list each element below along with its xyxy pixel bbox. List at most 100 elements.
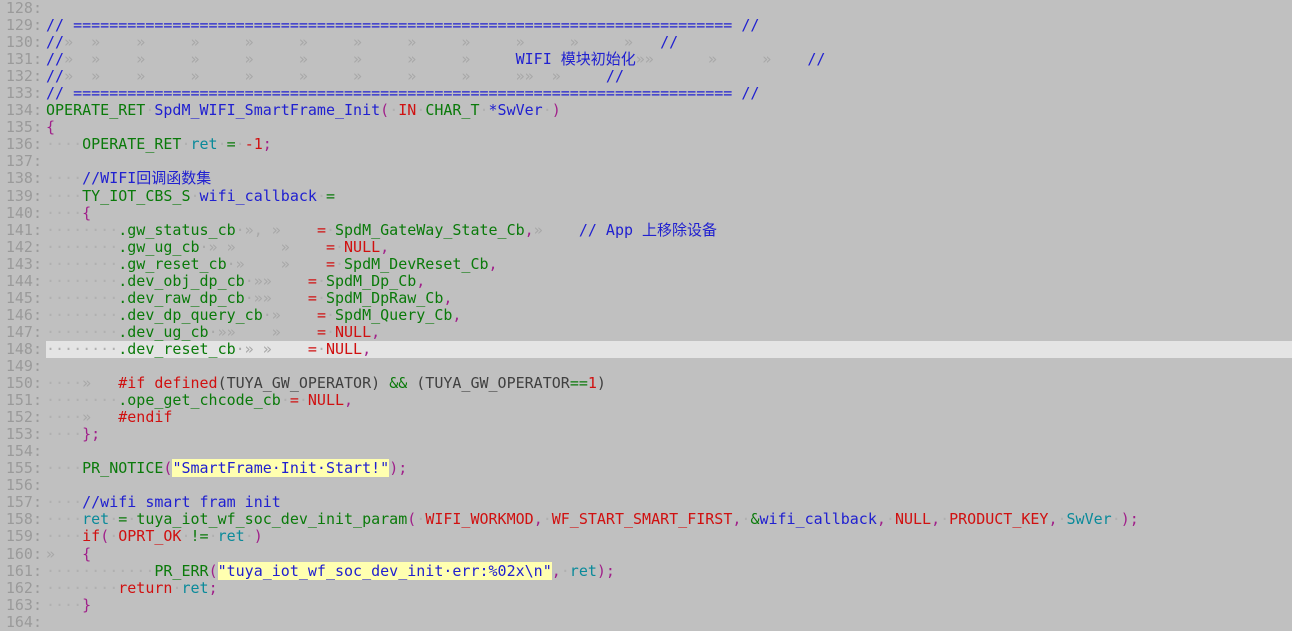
token-pun: , [488, 254, 498, 273]
code-line[interactable]: 131://» » » » » » » » » WIFI 模块初始化»» » »… [0, 51, 1292, 68]
code-line[interactable]: 143: ········.gw_reset_cb·» » =·SpdM_DevR… [0, 255, 1292, 273]
code-line[interactable]: 153: ····}; [0, 426, 1292, 443]
token-ws: · [389, 101, 399, 120]
token-kw: OPRT_OK [118, 527, 182, 546]
token-tab: » » » » » » » » » »» » [64, 67, 597, 86]
code-text: ········.dev_reset_cb·» » =·NULL, [46, 340, 371, 358]
code-line[interactable]: 144: ········.dev_obj_dp_cb·»» =·SpdM_Dp_… [0, 271, 1292, 290]
line-number: 134: [5, 101, 42, 120]
token-loc: SwVer [1066, 510, 1112, 529]
code-line[interactable]: 139: ····TY_IOT_CBS_S·wifi_callback·= [0, 186, 1292, 205]
token-pun: , [533, 510, 543, 529]
line-number: 141: [5, 220, 42, 239]
line-number: 154: [5, 442, 42, 461]
token-ws: · [127, 510, 137, 529]
code-line[interactable]: 161: ············PR_ERR("tuya_iot_wf_soc_… [0, 561, 1292, 580]
token-loc: ret [82, 510, 110, 529]
token-cmt: // [46, 50, 65, 69]
token-tab: ·» » » [199, 237, 326, 256]
code-line[interactable]: 150: ····» #if defined(TUYA_GW_OPERATOR) … [0, 374, 1292, 393]
token-ws: · [885, 510, 895, 529]
token-ws: · [416, 101, 426, 120]
code-line[interactable]: 159: ····if(·OPRT_OK·!=·ret·) [0, 528, 1292, 545]
token-kw: return [118, 578, 173, 597]
code-line[interactable]: 147: ········.dev_ug_cb·»» » =·NULL, [0, 322, 1292, 341]
token-pun: ; [208, 578, 218, 597]
token-ws: · [335, 254, 345, 273]
token-eq: = [316, 322, 326, 341]
token-tab: » [46, 544, 83, 563]
code-line[interactable]: 163: ····} [0, 596, 1292, 614]
code-text: ····if(·OPRT_OK·!=·ret·) [46, 527, 263, 545]
token-cmt: // [741, 84, 760, 103]
code-text: ········.dev_obj_dp_cb·»» =·SpdM_Dp_Cb, [46, 272, 425, 290]
code-line[interactable]: 138: ····//WIFI回调函数集 [0, 170, 1292, 187]
code-line[interactable]: 157: ····//wifi smart fram init [0, 494, 1292, 511]
code-line[interactable]: 132://» » » » » » » » » »» » // [0, 68, 1292, 85]
token-tab: ·» » [235, 339, 308, 358]
code-line[interactable]: 151: ········.ope_get_chcode_cb·=·NULL, [0, 392, 1292, 409]
code-line[interactable]: 134: OPERATE_RET · SpdM_WIFI_SmartFrame_Ini… [0, 102, 1292, 119]
token-pun: { [82, 203, 92, 222]
token-typ: tuya_iot_wf_soc_dev_init_param [136, 510, 408, 529]
token-cmt: //WIFI回调函数集 [82, 169, 212, 188]
token-tab: ·»» » [208, 322, 317, 341]
code-text: ············PR_ERR("tuya_iot_wf_soc_dev_… [46, 561, 615, 580]
code-line[interactable]: 158: ····ret·=·tuya_iot_wf_soc_dev_init_p… [0, 511, 1292, 528]
code-line[interactable]: 164: [0, 613, 1292, 631]
token-pun: , [362, 339, 372, 358]
code-line[interactable]: 129:// =================================… [0, 16, 1292, 35]
token-eq: = [307, 271, 317, 290]
token-cmt: ========================================… [73, 84, 733, 103]
token-ws: · [940, 510, 950, 529]
code-line[interactable]: 146: ········.dev_dp_query_cb·» =·SpdM_Qu… [0, 305, 1292, 324]
token-typ: .gw_status_cb [118, 220, 236, 239]
line-number: 144: [5, 271, 42, 290]
token-pun: , [416, 271, 426, 290]
token-cmt: // [46, 16, 74, 35]
code-editor[interactable]: 128: 129:// =============================… [0, 0, 1292, 630]
code-line[interactable]: 154: [0, 443, 1292, 460]
token-typ: SpdM_Query_Cb [335, 305, 453, 324]
code-text: ········.gw_reset_cb·» » =·SpdM_DevReset… [46, 255, 498, 273]
code-line[interactable]: 135:{ [0, 119, 1292, 136]
token-cmt: // App 上移除设备 [578, 220, 718, 239]
line-number: 147: [5, 322, 42, 341]
line-number: 137: [5, 152, 42, 171]
code-text: // =====================================… [46, 84, 759, 102]
code-text: ····TY_IOT_CBS_S·wifi_callback·= [46, 187, 335, 205]
line-number: 159: [5, 527, 42, 546]
code-line[interactable]: 156: [0, 477, 1292, 494]
code-line[interactable]: 133:// =================================… [0, 85, 1292, 102]
token-mac: ) [596, 374, 606, 393]
token-typ: .dev_reset_cb [118, 339, 236, 358]
token-eq: = [316, 305, 326, 324]
code-line[interactable]: 137: [0, 153, 1292, 170]
token-tab: ·» [262, 305, 317, 324]
line-number: 136: [5, 135, 42, 154]
code-line[interactable]: 152: ····» #endif [0, 409, 1292, 426]
code-line[interactable]: 145: ········.dev_raw_dp_cb·»» =·SpdM_DpR… [0, 289, 1292, 307]
token-pun: ) [551, 101, 561, 120]
token-eq: = [307, 339, 317, 358]
code-line[interactable]: 141: ········.gw_status_cb·», » =·SpdM_Ga… [0, 220, 1292, 239]
line-number: 148: [0, 340, 46, 358]
code-line[interactable]: 142: ········.gw_ug_cb·» » » =·NULL, [0, 237, 1292, 256]
code-line[interactable]: 160:» { [0, 544, 1292, 563]
token-ws: ········ [46, 391, 119, 410]
code-text: ····//WIFI回调函数集 [46, 169, 211, 187]
code-line[interactable]: 155: ····PR_NOTICE("SmartFrame·Init·Start… [0, 459, 1292, 478]
code-line[interactable]: 162: ········return·ret; [0, 579, 1292, 597]
line-number: 139: [5, 186, 42, 205]
line-number: 156: [5, 476, 42, 495]
code-line[interactable]: 136: ····OPERATE_RET·ret·=·-1; [0, 136, 1292, 153]
code-line[interactable]: 128: [0, 0, 1292, 17]
line-number: 150: [5, 374, 42, 393]
code-line[interactable]: 130://» » » » » » » » » » » » // [0, 34, 1292, 51]
token-ws: · [542, 101, 552, 120]
code-text: ········return·ret; [46, 579, 218, 597]
code-line[interactable]: 140: ····{ [0, 203, 1292, 222]
code-line[interactable]: 149: [0, 357, 1292, 375]
line-number: 157: [5, 493, 42, 512]
code-line[interactable]: 148: ········.dev_reset_cb·» » =·NULL, [0, 340, 1292, 358]
